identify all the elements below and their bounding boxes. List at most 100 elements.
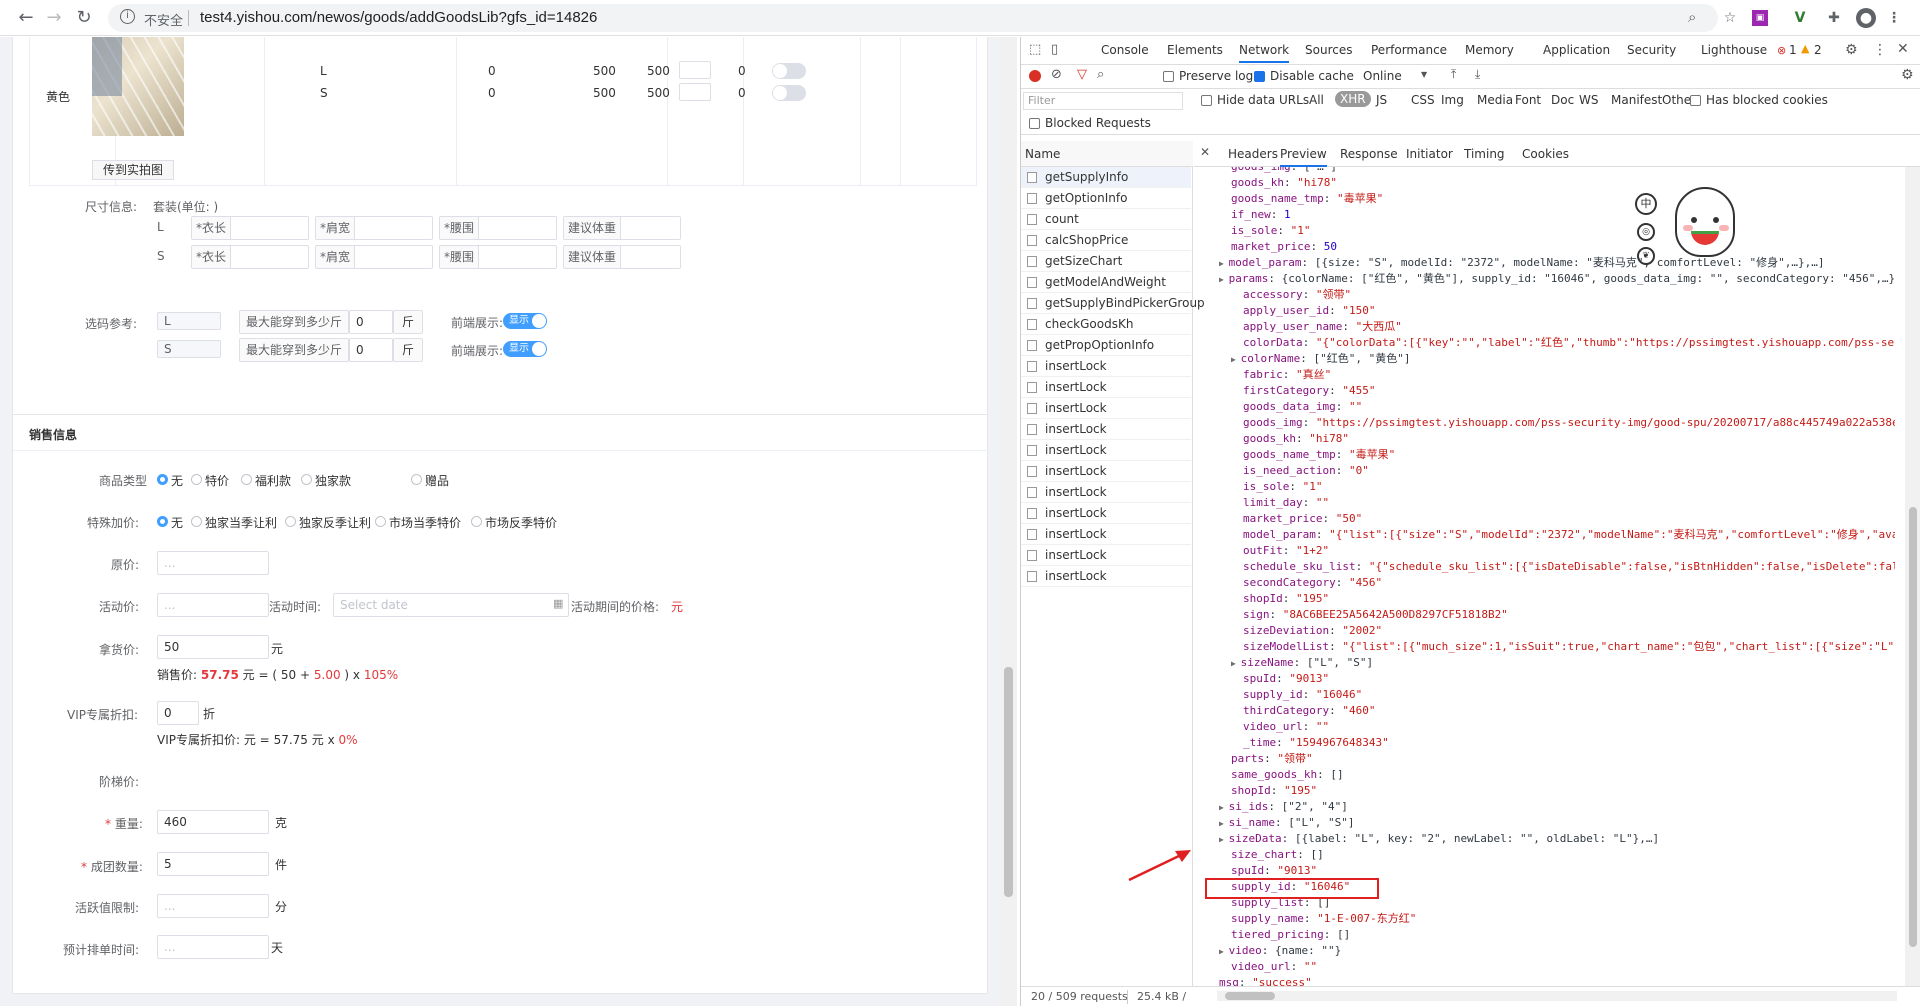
activity-price-input[interactable]: ... [157, 593, 269, 617]
settings-icon[interactable]: ⚙ [1845, 42, 1858, 58]
request-row[interactable]: getModelAndWeight [1021, 272, 1191, 293]
scroll-thumb[interactable] [1004, 667, 1013, 897]
sku-stock-input[interactable] [679, 61, 711, 79]
error-icon[interactable]: ⊗ [1777, 44, 1786, 57]
type-filter-ws[interactable]: WS [1579, 93, 1598, 107]
sku-toggle[interactable] [772, 85, 806, 101]
type-filter-font[interactable]: Font [1515, 93, 1541, 107]
calendar-icon[interactable]: ▦ [553, 597, 563, 610]
search-icon[interactable]: ⌕ [1097, 67, 1104, 82]
detail-tab-preview[interactable]: Preview [1280, 147, 1327, 167]
filter-input[interactable]: Filter [1023, 92, 1183, 110]
avatar[interactable]: ● [1856, 8, 1876, 28]
extension-icon[interactable]: ▣ [1752, 10, 1768, 26]
h-scroll-thumb[interactable] [1225, 992, 1275, 1000]
blocked-cookies-checkbox[interactable] [1690, 95, 1701, 106]
type-filter-xhr[interactable]: XHR [1335, 91, 1371, 107]
disable-cache-checkbox[interactable] [1254, 71, 1265, 82]
url-text[interactable]: test4.yishou.com/newos/goods/addGoodsLib… [200, 9, 597, 26]
device-icon[interactable]: ▯ [1051, 42, 1058, 57]
request-row[interactable]: checkGoodsKh [1021, 314, 1191, 335]
request-row[interactable]: calcShopPrice [1021, 230, 1191, 251]
ref-value-input[interactable]: 0 [349, 338, 393, 362]
goods_type-radio[interactable] [191, 474, 202, 485]
type-filter-doc[interactable]: Doc [1551, 93, 1574, 107]
h-scrollbar[interactable] [1217, 991, 1897, 1001]
clear-icon[interactable]: ⊘ [1051, 67, 1062, 82]
devtools-tab-memory[interactable]: Memory [1465, 43, 1514, 57]
request-row[interactable]: insertLock [1021, 440, 1191, 461]
expand-triangle-icon[interactable]: ▶ [1231, 355, 1241, 364]
forward-icon[interactable]: → [42, 6, 66, 30]
back-icon[interactable]: ← [14, 6, 38, 30]
json-line[interactable]: ▶ video: {name: ""} [1219, 943, 1895, 959]
size-field-f4[interactable]: 建议体重 [563, 216, 681, 240]
reload-icon[interactable]: ↻ [72, 6, 96, 30]
expand-triangle-icon[interactable]: ▶ [1219, 275, 1229, 284]
size-field-f2[interactable]: *肩宽 [315, 216, 433, 240]
preserve-log-checkbox[interactable] [1163, 71, 1174, 82]
orig-price-input[interactable]: ... [157, 551, 269, 575]
detail-tab-timing[interactable]: Timing [1464, 147, 1505, 161]
type-filter-manifest[interactable]: Manifest [1611, 93, 1662, 107]
devtools-tab-network[interactable]: Network [1239, 43, 1290, 63]
request-row[interactable]: insertLock [1021, 398, 1191, 419]
request-row[interactable]: insertLock [1021, 461, 1191, 482]
devtools-tab-console[interactable]: Console [1101, 43, 1149, 57]
devtools-tab-sources[interactable]: Sources [1305, 43, 1352, 57]
close-detail-icon[interactable]: ✕ [1200, 145, 1210, 159]
request-row[interactable]: getSupplyInfo [1021, 167, 1191, 188]
json-line[interactable]: ▶ sizeData: [{label: "L", key: "2", newL… [1219, 831, 1895, 847]
detail-tab-headers[interactable]: Headers [1228, 147, 1278, 161]
expand-triangle-icon[interactable]: ▶ [1219, 259, 1229, 268]
type-filter-media[interactable]: Media [1477, 93, 1513, 107]
date-picker[interactable]: Select date [333, 593, 569, 617]
request-row[interactable]: insertLock [1021, 524, 1191, 545]
weight-input[interactable]: 460 [157, 810, 269, 834]
warning-count[interactable]: 2 [1814, 43, 1822, 57]
request-row[interactable]: insertLock [1021, 377, 1191, 398]
take-price-input[interactable]: 50 [157, 635, 269, 659]
request-row[interactable]: getSupplyBindPickerGroup [1021, 293, 1205, 314]
type-filter-js[interactable]: JS [1376, 93, 1387, 107]
ref-display-switch[interactable]: 显示 [503, 313, 547, 329]
group-input[interactable]: 5 [157, 852, 269, 876]
goods_type-radio[interactable] [301, 474, 312, 485]
upload-photo-button[interactable]: 传到实拍图 [92, 160, 174, 180]
request-row[interactable]: insertLock [1021, 545, 1191, 566]
devtools-tab-security[interactable]: Security [1627, 43, 1676, 57]
json-scroll-thumb[interactable] [1909, 507, 1917, 947]
info-icon[interactable]: i [120, 9, 135, 24]
throttle-select[interactable]: Online [1363, 69, 1402, 83]
request-row[interactable]: getSizeChart [1021, 251, 1191, 272]
page-scrollbar[interactable] [1000, 37, 1017, 1006]
request-row[interactable]: insertLock [1021, 356, 1191, 377]
close-devtools-icon[interactable]: ✕ [1897, 41, 1909, 57]
special-radio[interactable] [285, 516, 296, 527]
type-filter-img[interactable]: Img [1441, 93, 1464, 107]
filter-icon[interactable]: ▽ [1077, 67, 1087, 82]
request-row[interactable]: insertLock [1021, 566, 1191, 587]
special-radio[interactable] [375, 516, 386, 527]
inspect-icon[interactable]: ⬚ [1029, 42, 1041, 57]
upload-icon[interactable]: ⤒ [1451, 67, 1456, 82]
error-count[interactable]: 1 [1789, 43, 1797, 57]
goods_type-radio[interactable] [411, 474, 422, 485]
sku-stock-input[interactable] [679, 83, 711, 101]
dropdown-icon[interactable]: ▼ [1421, 70, 1427, 79]
size-field-f4[interactable]: 建议体重 [563, 245, 681, 269]
puzzle-icon[interactable]: ✚ [1824, 8, 1844, 28]
menu-dots-icon[interactable]: ⋮ [1884, 8, 1904, 28]
blocked-requests-checkbox[interactable] [1029, 118, 1040, 129]
size-field-f1[interactable]: *衣长 [191, 216, 309, 240]
star-icon[interactable]: ☆ [1720, 8, 1740, 28]
devtools-tab-performance[interactable]: Performance [1371, 43, 1447, 57]
json-scrollbar[interactable] [1905, 167, 1920, 986]
warning-icon[interactable]: ▲ [1801, 42, 1809, 55]
devtools-tab-elements[interactable]: Elements [1167, 43, 1223, 57]
special-radio[interactable] [471, 516, 482, 527]
active-input[interactable]: ... [157, 894, 269, 918]
expand-triangle-icon[interactable]: ▶ [1231, 659, 1241, 668]
expand-triangle-icon[interactable]: ▶ [1219, 803, 1229, 812]
special-radio[interactable] [191, 516, 202, 527]
